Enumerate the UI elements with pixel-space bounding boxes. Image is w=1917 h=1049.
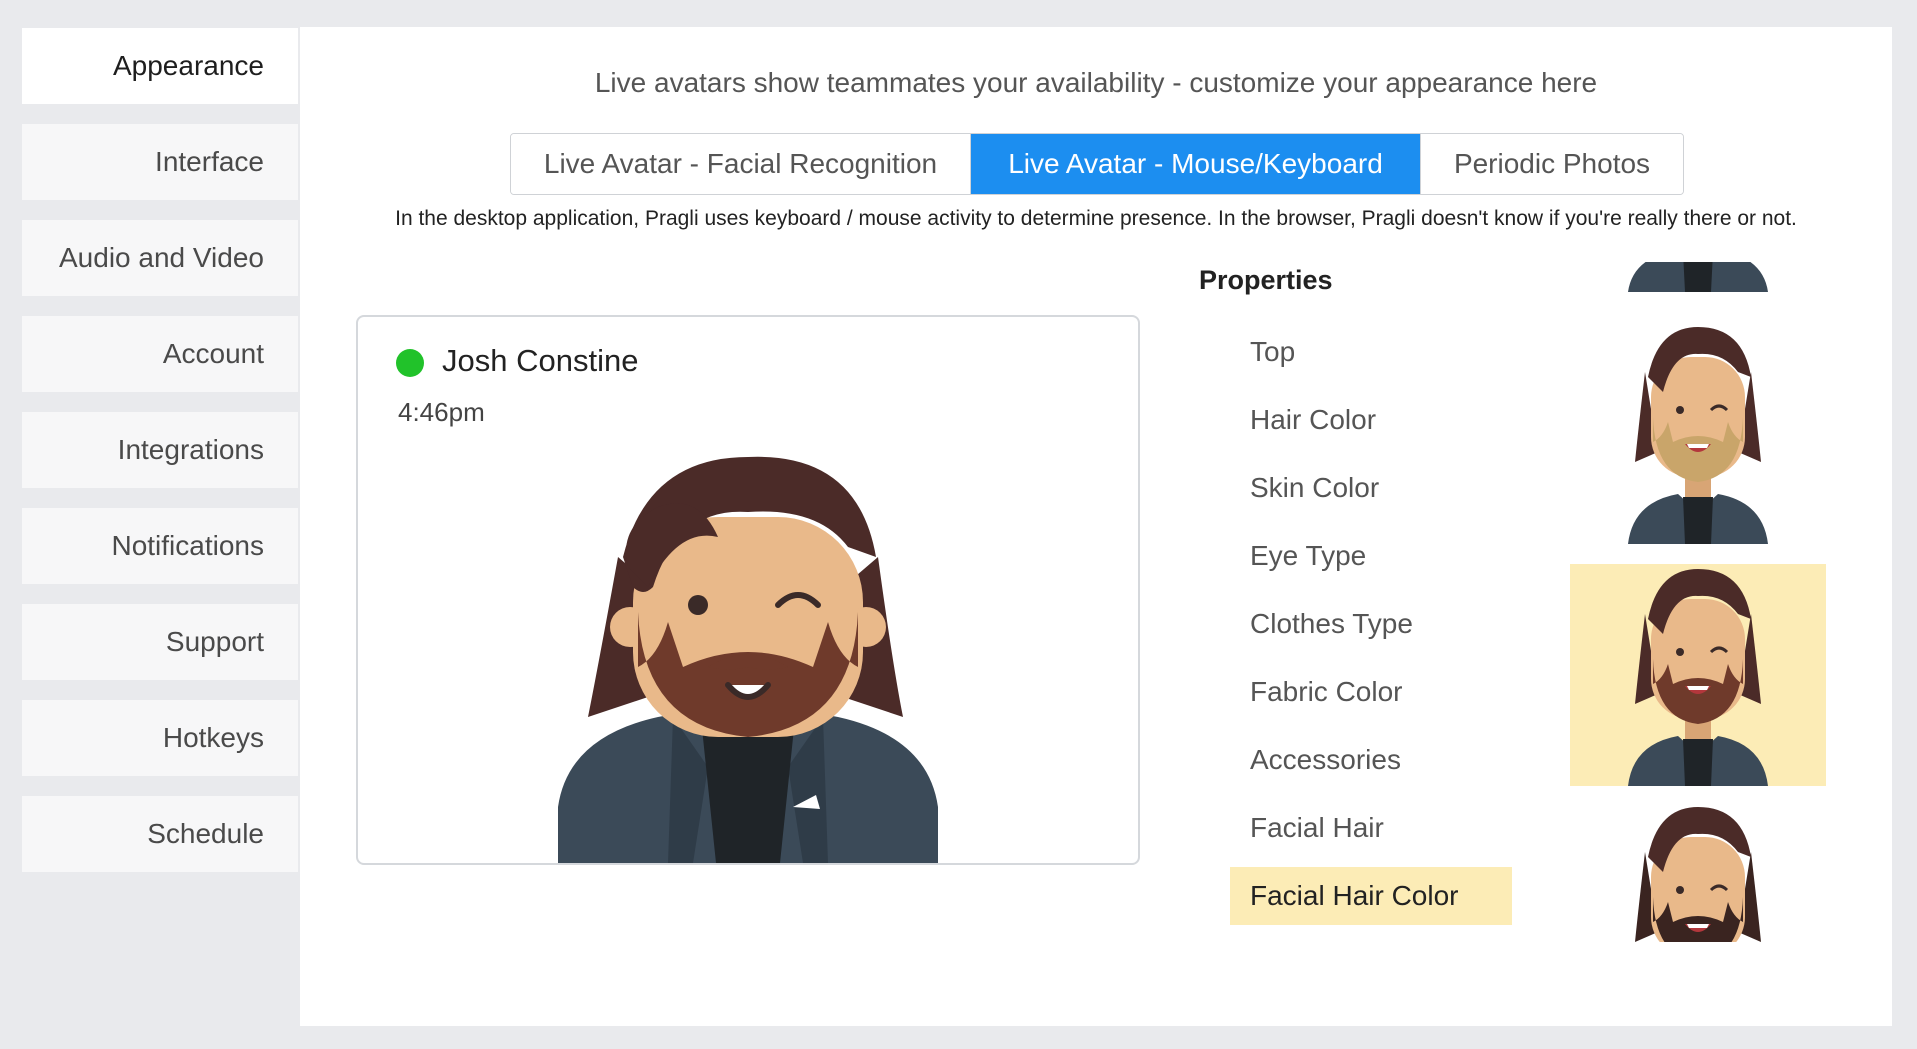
sidebar-item-label: Schedule <box>147 818 264 849</box>
sidebar-item-label: Audio and Video <box>59 242 264 273</box>
sidebar-item-label: Support <box>165 626 264 657</box>
sidebar-item-label: Appearance <box>112 50 264 81</box>
property-label: Facial Hair <box>1250 812 1384 843</box>
property-facial-hair[interactable]: Facial Hair <box>1230 799 1512 857</box>
avatar-preview-card: Josh Constine 4:46pm <box>356 315 1140 865</box>
sidebar-item-audio-video[interactable]: Audio and Video <box>22 220 298 296</box>
facial-hair-color-option[interactable] <box>1570 262 1826 292</box>
property-skin-color[interactable]: Skin Color <box>1230 459 1512 517</box>
sidebar-item-label: Hotkeys <box>162 722 264 753</box>
property-fabric-color[interactable]: Fabric Color <box>1230 663 1512 721</box>
local-time: 4:46pm <box>398 397 485 427</box>
property-clothes-type[interactable]: Clothes Type <box>1230 595 1512 653</box>
property-eye-type[interactable]: Eye Type <box>1230 527 1512 585</box>
avatar-option-image <box>1628 262 1768 292</box>
sidebar-item-label: Interface <box>155 146 264 177</box>
tab-label: Periodic Photos <box>1453 148 1651 179</box>
settings-window: Appearance Interface Audio and Video Acc… <box>0 0 1917 1049</box>
avatar-option-image <box>1635 807 1761 942</box>
facial-hair-color-option[interactable] <box>1570 322 1826 544</box>
sidebar-item-label: Account <box>162 338 264 369</box>
facial-hair-color-option[interactable] <box>1570 802 1826 942</box>
properties-title: Properties <box>1199 265 1333 295</box>
tab-periodic-photos[interactable]: Periodic Photos <box>1421 134 1683 194</box>
tab-mouse-keyboard[interactable]: Live Avatar - Mouse/Keyboard <box>971 134 1421 194</box>
appearance-panel: Live avatars show teammates your availab… <box>300 27 1892 1026</box>
sidebar-item-hotkeys[interactable]: Hotkeys <box>22 700 298 776</box>
sidebar-item-interface[interactable]: Interface <box>22 124 298 200</box>
sidebar-item-support[interactable]: Support <box>22 604 298 680</box>
avatar-option-image <box>1628 327 1768 544</box>
property-accessories[interactable]: Accessories <box>1230 731 1512 789</box>
property-label: Hair Color <box>1250 404 1377 435</box>
sidebar-item-account[interactable]: Account <box>22 316 298 392</box>
tab-label: Live Avatar - Mouse/Keyboard <box>1008 148 1383 179</box>
avatar-mode-tabs: Live Avatar - Facial Recognition Live Av… <box>510 133 1684 195</box>
user-name: Josh Constine <box>442 343 639 378</box>
property-label: Skin Color <box>1250 472 1380 503</box>
mode-description: In the desktop application, Pragli uses … <box>395 207 1797 230</box>
sidebar-item-appearance[interactable]: Appearance <box>22 28 298 104</box>
sidebar-item-label: Integrations <box>117 434 264 465</box>
sidebar-item-label: Notifications <box>111 530 264 561</box>
settings-sidebar: Appearance Interface Audio and Video Acc… <box>22 28 298 892</box>
property-facial-hair-color[interactable]: Facial Hair Color <box>1230 867 1512 925</box>
properties-list: Top Hair Color Skin Color Eye Type Cloth… <box>1230 323 1512 935</box>
intro-text: Live avatars show teammates your availab… <box>594 67 1598 98</box>
online-status-icon <box>396 349 424 377</box>
property-label: Top <box>1250 336 1296 367</box>
avatar-preview-image <box>558 456 938 863</box>
property-label: Fabric Color <box>1250 676 1403 707</box>
tab-label: Live Avatar - Facial Recognition <box>543 148 938 179</box>
sidebar-item-schedule[interactable]: Schedule <box>22 796 298 872</box>
tab-facial-recognition[interactable]: Live Avatar - Facial Recognition <box>511 134 971 194</box>
property-top[interactable]: Top <box>1230 323 1512 381</box>
property-hair-color[interactable]: Hair Color <box>1230 391 1512 449</box>
property-label: Facial Hair Color <box>1250 880 1459 911</box>
property-label: Eye Type <box>1250 540 1367 571</box>
property-label: Clothes Type <box>1250 608 1413 639</box>
facial-hair-color-options <box>1570 262 1826 962</box>
avatar-option-image <box>1628 569 1768 786</box>
sidebar-item-integrations[interactable]: Integrations <box>22 412 298 488</box>
property-label: Accessories <box>1250 744 1401 775</box>
facial-hair-color-option-selected[interactable] <box>1570 564 1826 786</box>
sidebar-item-notifications[interactable]: Notifications <box>22 508 298 584</box>
